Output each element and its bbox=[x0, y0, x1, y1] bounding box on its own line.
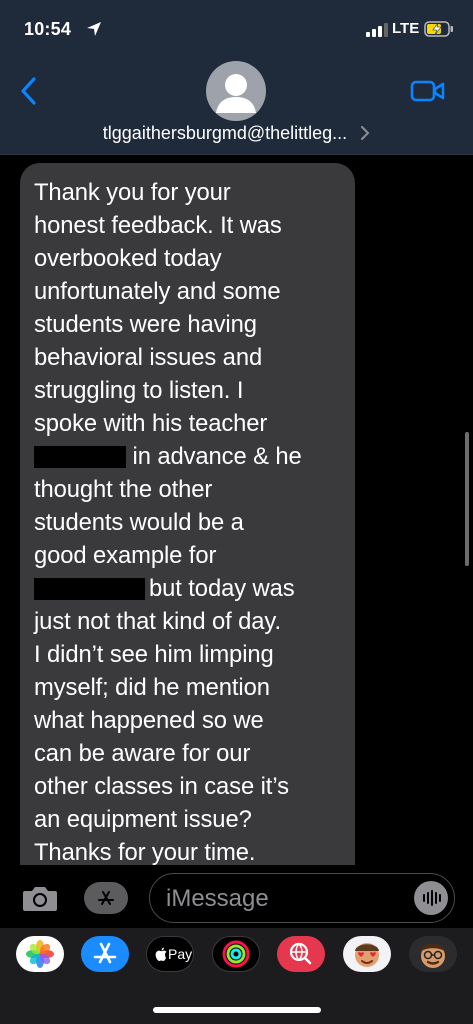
chevron-left-icon[interactable] bbox=[18, 76, 40, 106]
app-store-icon bbox=[98, 891, 114, 905]
message-line-text: but today was bbox=[149, 575, 295, 602]
message-line: good example for bbox=[34, 542, 217, 569]
message-bubble[interactable]: Thank you for your honest feedback. It w… bbox=[20, 163, 355, 866]
contact-name-row[interactable]: tlggaithersburgmd@thelittleg... bbox=[0, 122, 473, 144]
message-line: spoke with his teacher bbox=[34, 410, 268, 437]
memoji-face-icon bbox=[421, 943, 445, 968]
message-line: what happened so we bbox=[34, 707, 264, 734]
home-indicator[interactable] bbox=[153, 1007, 321, 1013]
message-line: can be aware for our bbox=[34, 740, 251, 767]
redaction-box bbox=[34, 446, 126, 468]
message-line: an equipment issue? bbox=[34, 806, 252, 833]
message-line: myself; did he mention bbox=[34, 674, 270, 701]
images-search-app-icon[interactable] bbox=[277, 936, 325, 972]
scroll-indicator[interactable] bbox=[465, 432, 469, 566]
person-silhouette-icon bbox=[216, 74, 256, 113]
message-line: struggling to listen. I bbox=[34, 377, 244, 404]
activity-rings-icon bbox=[222, 940, 250, 968]
apple-pay-label: Pay bbox=[168, 946, 193, 962]
message-line: Thanks for your time. bbox=[34, 839, 256, 866]
message-line: thought the other bbox=[34, 476, 213, 503]
contact-avatar[interactable] bbox=[206, 61, 266, 121]
cellular-signal-icon bbox=[366, 23, 388, 37]
message-line: other classes in case it’s bbox=[34, 773, 289, 800]
message-line: students would be a bbox=[34, 509, 244, 536]
message-line: honest feedback. It was bbox=[34, 212, 282, 239]
memoji-stickers-app-icon[interactable] bbox=[343, 936, 391, 972]
network-type: LTE bbox=[392, 20, 420, 37]
redaction-box bbox=[34, 578, 145, 600]
app-store-app-icon[interactable] bbox=[81, 936, 129, 972]
camera-icon[interactable] bbox=[21, 883, 59, 913]
contact-name[interactable]: tlggaithersburgmd@thelittleg... bbox=[103, 123, 347, 144]
video-camera-icon[interactable] bbox=[410, 78, 446, 104]
message-line: I didn’t see him limping bbox=[34, 641, 274, 668]
status-time: 10:54 bbox=[24, 19, 72, 39]
battery-charging-icon bbox=[424, 21, 453, 37]
audio-waveform-icon[interactable] bbox=[414, 881, 448, 915]
message-line: students were having bbox=[34, 311, 257, 338]
message-line-text: in advance & he bbox=[126, 443, 302, 470]
activity-app-icon[interactable] bbox=[212, 936, 260, 972]
message-line: unfortunately and some bbox=[34, 278, 281, 305]
conversation-header: 10:54 LTE tlggaithersburgmd@thelittleg..… bbox=[0, 0, 473, 155]
message-line: behavioral issues and bbox=[34, 344, 263, 371]
location-arrow-icon bbox=[87, 22, 101, 36]
message-line-redacted: but today was bbox=[34, 572, 345, 605]
app-store-apps-button[interactable] bbox=[84, 882, 128, 914]
memoji-heart-eyes-icon bbox=[355, 943, 379, 967]
message-line: overbooked today bbox=[34, 245, 222, 272]
apple-pay-app-icon[interactable]: Pay bbox=[146, 936, 194, 972]
imessage-placeholder: iMessage bbox=[166, 885, 269, 912]
chevron-right-icon bbox=[361, 126, 370, 141]
photos-flower-icon bbox=[26, 940, 54, 968]
message-line: just not that kind of day. bbox=[34, 608, 281, 635]
memoji-app-icon[interactable] bbox=[409, 936, 457, 972]
message-line-redacted: in advance & he bbox=[34, 440, 345, 473]
globe-search-icon bbox=[289, 942, 312, 965]
imessage-input[interactable]: iMessage bbox=[149, 873, 455, 923]
message-line: Thank you for your bbox=[34, 179, 231, 206]
photos-app-icon[interactable] bbox=[16, 936, 64, 972]
app-store-a-icon bbox=[93, 942, 117, 964]
